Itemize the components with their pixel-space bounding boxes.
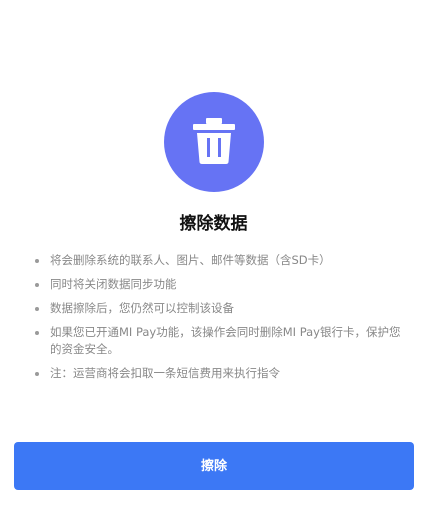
erase-icon-badge: [164, 92, 264, 192]
bullet-dot: [35, 283, 39, 287]
bullet-dot: [35, 259, 39, 263]
list-item: 将会删除系统的联系人、图片、邮件等数据（含SD卡）: [32, 252, 402, 269]
page-title: 擦除数据: [179, 214, 248, 234]
list-item: 注：运营商将会扣取一条短信费用来执行指令: [32, 365, 402, 382]
note-text: 如果您已开通MI Pay功能，该操作会同时删除MI Pay银行卡，保护您的资金安…: [50, 325, 401, 356]
erase-button[interactable]: 擦除: [14, 442, 414, 490]
erase-notes-list: 将会删除系统的联系人、图片、邮件等数据（含SD卡） 同时将关闭数据同步功能 数据…: [32, 252, 402, 389]
list-item: 如果您已开通MI Pay功能，该操作会同时删除MI Pay银行卡，保护您的资金安…: [32, 324, 402, 358]
bullet-dot: [35, 307, 39, 311]
note-text: 注：运营商将会扣取一条短信费用来执行指令: [50, 366, 280, 380]
note-text: 数据擦除后，您仍然可以控制该设备: [50, 301, 234, 315]
bullet-dot: [35, 331, 39, 335]
trash-icon: [193, 118, 235, 164]
bullet-dot: [35, 372, 39, 376]
note-text: 同时将关闭数据同步功能: [50, 277, 177, 291]
list-item: 同时将关闭数据同步功能: [32, 276, 402, 293]
list-item: 数据擦除后，您仍然可以控制该设备: [32, 300, 402, 317]
note-text: 将会删除系统的联系人、图片、邮件等数据（含SD卡）: [50, 253, 331, 267]
